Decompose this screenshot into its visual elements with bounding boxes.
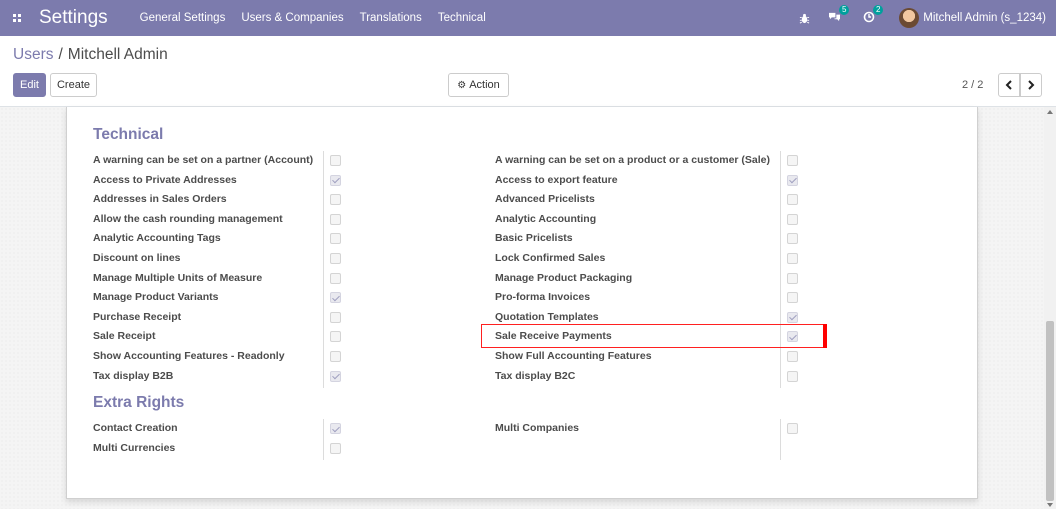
highlight-annotation-bar [823,324,827,349]
field-label-analytic-accounting-tags: Analytic Accounting Tags [93,232,221,245]
checkbox-a-warning-can-be-set-on-a-product-or-a-customer-sale[interactable] [787,155,798,166]
checkbox-manage-multiple-units-of-measure[interactable] [330,272,341,284]
field-label-access-to-private-addresses: Access to Private Addresses [93,173,237,186]
field-label-basic-pricelists: Basic Pricelists [495,232,573,245]
checkbox-access-to-private-addresses[interactable] [330,174,341,186]
create-button[interactable]: Create [50,73,97,97]
checkbox-addresses-in-sales-orders[interactable] [330,194,341,206]
column-divider [780,151,781,389]
checkbox-a-warning-can-be-set-on-a-partner-account[interactable] [330,155,341,166]
checkbox-manage-product-packaging[interactable] [787,272,798,284]
form-view-area: Technical A warning can be set on a partn… [0,106,1056,509]
scroll-down-arrow-icon[interactable] [1047,503,1053,507]
field-label-pro-forma-invoices: Pro-forma Invoices [495,291,591,304]
field-label-a-warning-can-be-set-on-a-product-or-a-customer-sale: A warning can be set on a product or a c… [495,154,770,166]
field-label-a-warning-can-be-set-on-a-partner-account: A warning can be set on a partner (Accou… [93,154,314,166]
pager-value[interactable]: 2 / 2 [962,79,983,91]
menu-users-companies[interactable]: Users & Companies [233,0,351,36]
avatar [899,8,920,28]
form-sheet: Technical A warning can be set on a partn… [66,107,978,499]
field-label-manage-product-variants: Manage Product Variants [93,291,219,304]
scroll-up-arrow-icon[interactable] [1047,110,1053,114]
field-label-tax-display-b2b: Tax display B2B [93,369,174,382]
pager-previous-button[interactable] [998,73,1020,97]
chevron-left-icon [1005,80,1012,90]
checkbox-advanced-pricelists[interactable] [787,194,798,206]
top-navbar: Settings General Settings Users & Compan… [0,0,1056,36]
pager-next-button[interactable] [1020,73,1042,97]
column-divider [323,419,324,461]
breadcrumb-users-link[interactable]: Users [13,46,53,64]
chevron-right-icon [1028,80,1035,90]
checkbox-sale-receipt[interactable] [330,331,341,343]
checkbox-analytic-accounting-tags[interactable] [330,233,341,245]
field-label-manage-product-packaging: Manage Product Packaging [495,271,633,284]
field-label-show-full-accounting-features: Show Full Accounting Features [495,350,652,362]
checkbox-purchase-receipt[interactable] [330,311,341,323]
field-label-quotation-templates: Quotation Templates [495,310,599,323]
user-name: Mitchell Admin (s_1234) [923,12,1046,24]
gear-icon: ⚙ [457,79,467,91]
checkbox-contact-creation[interactable] [330,423,341,434]
highlight-annotation-box [481,324,827,349]
action-label: Action [469,79,500,91]
field-label-manage-multiple-units-of-measure: Manage Multiple Units of Measure [93,271,263,284]
menu-technical[interactable]: Technical [430,0,494,36]
checkbox-analytic-accounting[interactable] [787,213,798,225]
activity-menu[interactable]: 2 [863,4,884,26]
app-title[interactable]: Settings [39,7,108,29]
debug-bug-icon[interactable] [799,13,810,24]
action-button[interactable]: ⚙ Action [448,73,509,97]
field-label-tax-display-b2c: Tax display B2C [495,369,576,382]
vertical-scrollbar[interactable] [1044,107,1056,509]
field-label-discount-on-lines: Discount on lines [93,252,181,264]
menu-general-settings[interactable]: General Settings [132,0,234,36]
field-label-lock-confirmed-sales: Lock Confirmed Sales [495,252,606,264]
systray: 5 2 Mitchell Admin (s_1234) [787,0,1046,36]
checkbox-show-accounting-features-readonly[interactable] [330,351,341,362]
checkbox-allow-the-cash-rounding-management[interactable] [330,213,341,225]
edit-button[interactable]: Edit [13,73,46,97]
checkbox-lock-confirmed-sales[interactable] [787,253,798,264]
activity-count-badge: 2 [873,4,884,15]
checkbox-pro-forma-invoices[interactable] [787,292,798,304]
checkbox-access-to-export-feature[interactable] [787,174,798,186]
checkbox-tax-display-b2b[interactable] [330,370,341,382]
scrollbar-thumb[interactable] [1046,321,1054,501]
column-divider [323,151,324,389]
column-divider [780,419,781,461]
field-label-analytic-accounting: Analytic Accounting [495,212,597,225]
user-menu[interactable]: Mitchell Admin (s_1234) [899,8,1046,28]
field-label-contact-creation: Contact Creation [93,422,178,434]
field-label-show-accounting-features-readonly: Show Accounting Features - Readonly [93,350,285,362]
field-label-multi-currencies: Multi Currencies [93,441,176,454]
main-menu: General Settings Users & Companies Trans… [132,0,494,36]
checkbox-quotation-templates[interactable] [787,311,798,323]
checkbox-manage-product-variants[interactable] [330,292,341,304]
breadcrumb-separator: / [58,46,63,63]
section-title-extra-rights: Extra Rights [93,394,185,411]
field-label-purchase-receipt: Purchase Receipt [93,310,182,323]
breadcrumb-current: Mitchell Admin [67,46,168,63]
field-label-sale-receipt: Sale Receipt [93,330,156,343]
field-label-addresses-in-sales-orders: Addresses in Sales Orders [93,193,227,206]
field-label-advanced-pricelists: Advanced Pricelists [495,193,595,206]
checkbox-multi-currencies[interactable] [330,442,341,454]
field-label-multi-companies: Multi Companies [495,422,580,434]
apps-menu-icon[interactable] [2,0,32,36]
menu-translations[interactable]: Translations [352,0,430,36]
messaging-menu[interactable]: 5 [828,5,850,25]
checkbox-discount-on-lines[interactable] [330,253,341,264]
field-label-access-to-export-feature: Access to export feature [495,173,618,186]
field-label-allow-the-cash-rounding-management: Allow the cash rounding management [93,212,283,225]
checkbox-multi-companies[interactable] [787,423,798,434]
section-title-technical: Technical [93,126,164,143]
breadcrumb: Users / Mitchell Admin [13,46,168,64]
checkbox-tax-display-b2c[interactable] [787,370,798,382]
checkbox-show-full-accounting-features[interactable] [787,351,798,362]
chat-count-badge: 5 [839,5,850,15]
checkbox-basic-pricelists[interactable] [787,233,798,245]
